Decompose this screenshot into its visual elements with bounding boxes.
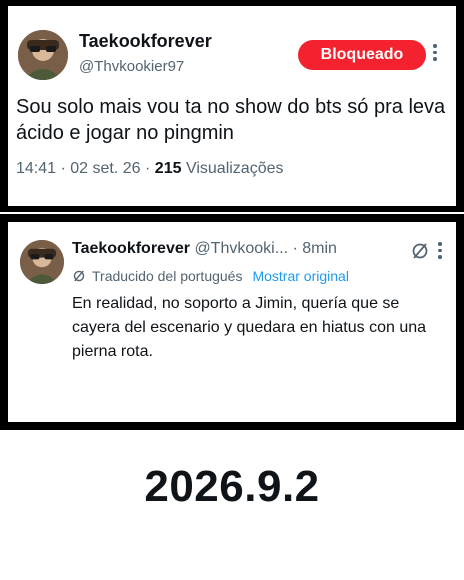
tweet-meta: 14:41 · 02 set. 26 · 215 Visualizações [16, 160, 284, 178]
avatar[interactable] [20, 240, 64, 284]
translated-label: Traducido del portugués [92, 268, 243, 284]
tweet-text: Sou solo mais vou ta no show do bts só p… [16, 96, 446, 144]
views-count: 215 [154, 160, 182, 177]
translation-note: Traducido del portugués Mostrar original [72, 268, 349, 284]
more-options-icon[interactable] [437, 242, 443, 259]
tweet-time: 14:41 [16, 160, 57, 177]
translate-icon[interactable] [410, 241, 430, 266]
show-original-link[interactable]: Mostrar original [252, 268, 348, 284]
views-label: Visualizações [185, 160, 284, 177]
user-handle[interactable]: @Thvkookier97 [79, 58, 184, 75]
more-options-icon[interactable] [432, 44, 438, 61]
avatar[interactable] [18, 30, 68, 80]
meta-separator: · [60, 160, 66, 177]
display-name[interactable]: Taekookforever [72, 240, 190, 257]
blocked-badge[interactable]: Bloqueado [298, 40, 426, 70]
meta-separator: · [145, 160, 151, 177]
translate-icon [73, 270, 85, 282]
display-name[interactable]: Taekookforever [79, 31, 212, 52]
tweet-date[interactable]: 02 set. 26 [70, 160, 140, 177]
tweet-time[interactable]: · 8min [293, 240, 337, 257]
tweet-text: En realidad, no soporto a Jimin, quería … [72, 295, 427, 360]
tweet-header: Taekookforever @Thvkooki... · 8min [72, 240, 337, 258]
caption-date: 2026.9.2 [144, 462, 320, 511]
user-handle[interactable]: @Thvkooki... [194, 240, 288, 257]
